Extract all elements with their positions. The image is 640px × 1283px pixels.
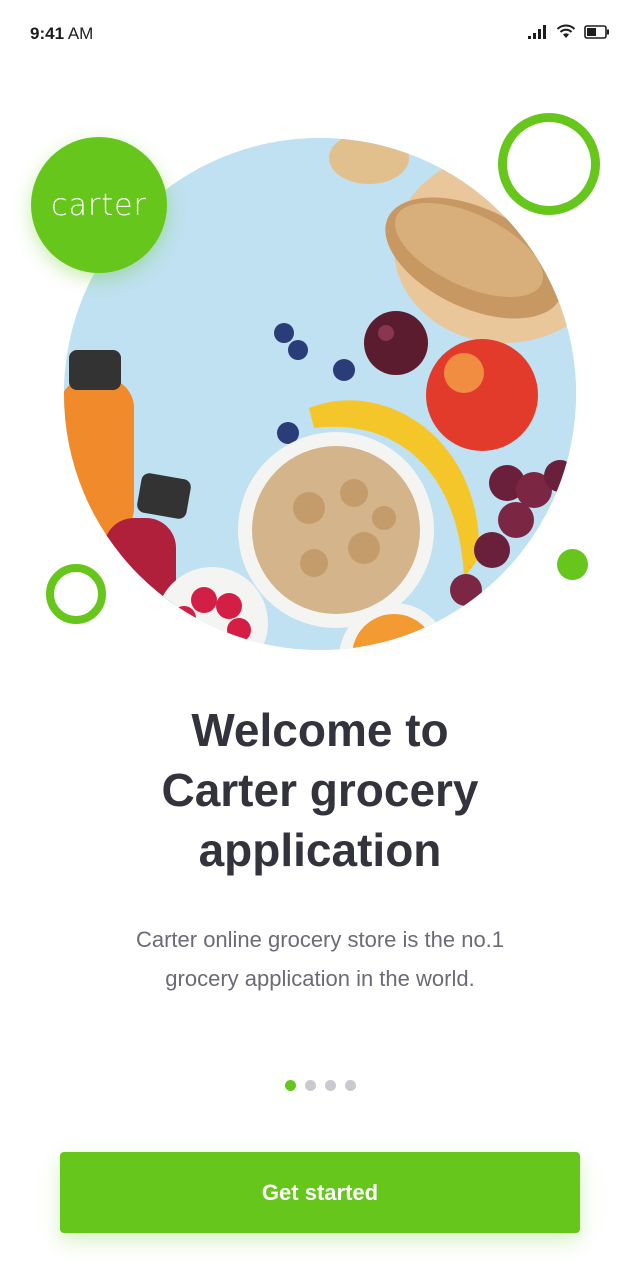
page-dot-4[interactable] <box>344 1080 356 1091</box>
wifi-icon <box>556 24 576 38</box>
page-dot-3[interactable] <box>324 1080 336 1091</box>
page-dot-2[interactable] <box>304 1080 316 1091</box>
welcome-description: Carter online grocery store is the no.1 … <box>0 920 640 998</box>
signal-icon <box>528 24 546 39</box>
battery-icon <box>584 24 609 39</box>
status-time-value: 9:41 <box>30 24 65 43</box>
status-bar: 9:41 AM <box>0 0 640 70</box>
page-indicator <box>0 1080 640 1091</box>
decor-dot <box>557 549 588 580</box>
status-time: 9:41 AM <box>30 24 93 44</box>
status-time-meridiem: AM <box>67 24 94 43</box>
title-line-2: Carter grocery <box>161 764 479 816</box>
logo-text: carter <box>51 187 147 223</box>
decor-ring-large <box>498 113 600 215</box>
page-dot-1[interactable] <box>284 1080 296 1091</box>
title-line-3: application <box>198 824 442 876</box>
description-line-1: Carter online grocery store is the no.1 <box>135 927 505 952</box>
hero-illustration: carter <box>0 100 640 660</box>
carter-logo: carter <box>31 137 167 273</box>
title-line-1: Welcome to <box>191 704 449 756</box>
welcome-title: Welcome to Carter grocery application <box>0 700 640 880</box>
status-icons <box>528 24 610 39</box>
description-line-2: grocery application in the world. <box>165 966 475 991</box>
get-started-button[interactable]: Get started <box>60 1152 580 1233</box>
decor-ring-small <box>46 564 106 624</box>
